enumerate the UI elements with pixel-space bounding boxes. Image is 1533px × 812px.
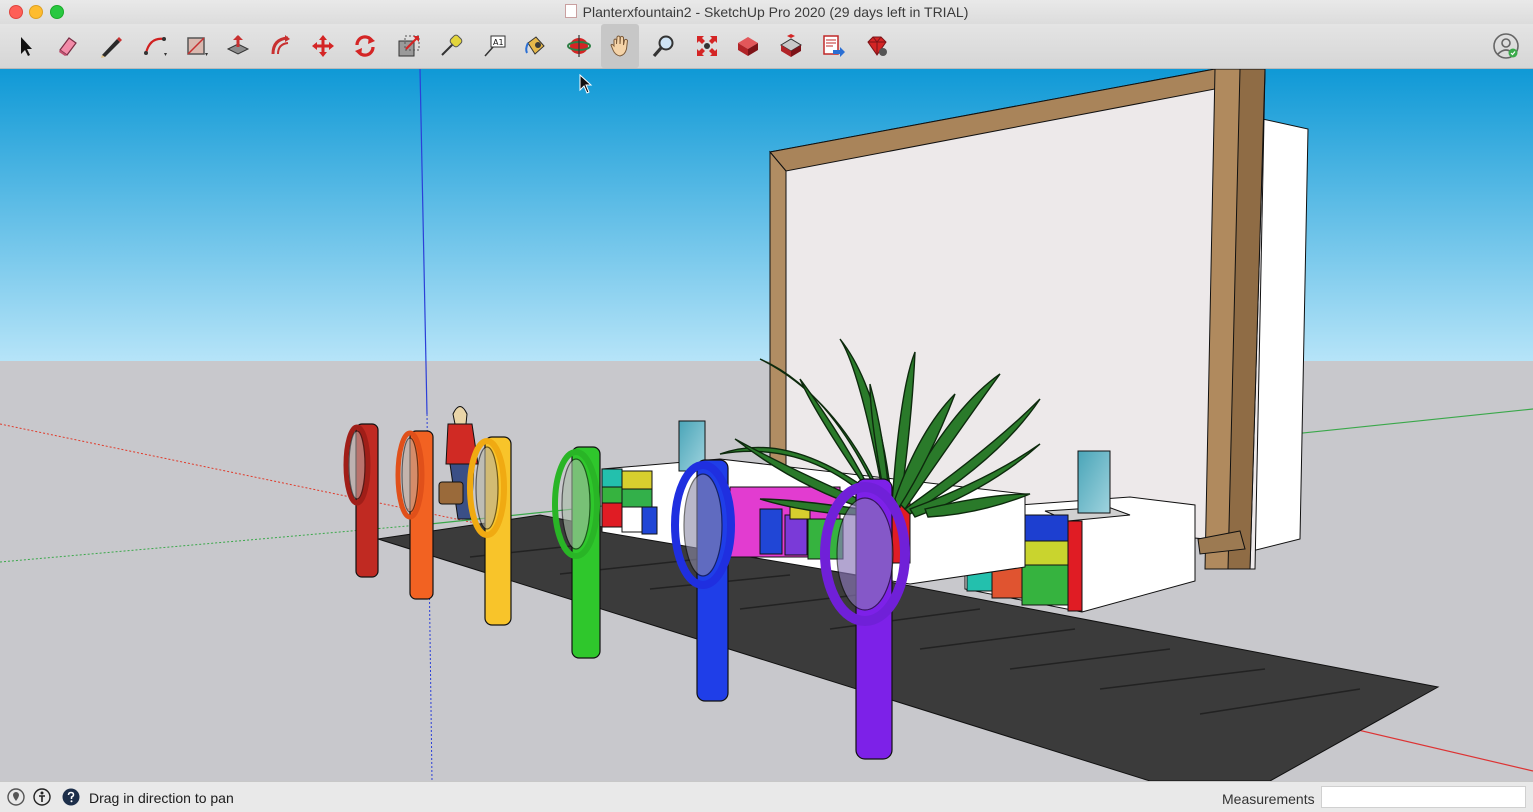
status-message: Drag in direction to pan <box>89 790 234 806</box>
line-tool-icon <box>101 37 122 58</box>
user-account-button[interactable] <box>1489 28 1523 64</box>
extension-manager-button[interactable] <box>858 28 896 64</box>
send-to-layout-button[interactable] <box>815 28 853 64</box>
scale-tool-icon <box>398 35 420 57</box>
model-viewport[interactable] <box>0 69 1533 781</box>
line-tool-button[interactable] <box>92 28 130 64</box>
push-pull-tool-button[interactable] <box>219 28 257 64</box>
rectangle-tool-button[interactable] <box>178 28 216 64</box>
3d-warehouse-icon <box>738 37 758 56</box>
extension-warehouse-button[interactable] <box>772 28 810 64</box>
rotate-tool-icon <box>355 35 375 57</box>
scale-tool-button[interactable] <box>390 28 428 64</box>
main-toolbar: A1 <box>0 24 1533 69</box>
eraser-tool-button[interactable] <box>48 28 86 64</box>
text-tool-icon: A1 <box>484 35 506 57</box>
arc-tool-button[interactable] <box>136 28 174 64</box>
help-icon[interactable] <box>62 788 80 806</box>
tape-measure-tool-icon <box>441 34 463 56</box>
extension-manager-icon <box>867 36 887 56</box>
pan-tool-icon <box>610 35 629 57</box>
measurements-label: Measurements <box>1222 791 1315 807</box>
text-tool-button[interactable]: A1 <box>475 28 513 64</box>
zoom-tool-icon <box>652 35 674 58</box>
svg-text:A1: A1 <box>493 38 504 47</box>
rotate-tool-button[interactable] <box>346 28 384 64</box>
credits-icon[interactable] <box>33 788 51 806</box>
offset-tool-button[interactable] <box>262 28 300 64</box>
mouse-cursor-icon <box>579 74 593 94</box>
send-to-layout-icon <box>823 35 845 57</box>
document-icon <box>564 4 577 18</box>
orbit-tool-button[interactable] <box>560 28 598 64</box>
eraser-tool-icon <box>59 37 77 56</box>
move-tool-icon <box>312 35 334 57</box>
tape-measure-tool-button[interactable] <box>432 28 470 64</box>
move-tool-button[interactable] <box>304 28 342 64</box>
3d-warehouse-button[interactable] <box>729 28 767 64</box>
window-title: Planterxfountain2 - SketchUp Pro 2020 (2… <box>582 4 969 20</box>
arc-tool-icon <box>144 37 167 56</box>
orbit-tool-icon <box>567 35 591 57</box>
extension-warehouse-icon <box>780 34 802 57</box>
status-bar: Drag in direction to pan Measurements <box>0 781 1533 812</box>
zoom-extents-tool-icon <box>697 36 717 56</box>
push-pull-tool-icon <box>226 35 250 55</box>
zoom-tool-button[interactable] <box>645 28 683 64</box>
select-tool-icon <box>21 37 32 56</box>
pan-tool-button[interactable] <box>601 24 639 68</box>
model-scene <box>0 69 1533 781</box>
rectangle-tool-icon <box>187 37 208 56</box>
measurements-input[interactable] <box>1321 786 1526 808</box>
paint-bucket-tool-button[interactable] <box>516 28 554 64</box>
offset-tool-icon <box>271 35 290 55</box>
user-account-icon <box>1493 33 1519 59</box>
select-tool-button[interactable] <box>6 28 44 64</box>
geolocation-icon[interactable] <box>7 788 25 806</box>
paint-bucket-tool-icon <box>525 36 545 55</box>
title-bar: Planterxfountain2 - SketchUp Pro 2020 (2… <box>0 0 1533 24</box>
zoom-extents-tool-button[interactable] <box>688 28 726 64</box>
